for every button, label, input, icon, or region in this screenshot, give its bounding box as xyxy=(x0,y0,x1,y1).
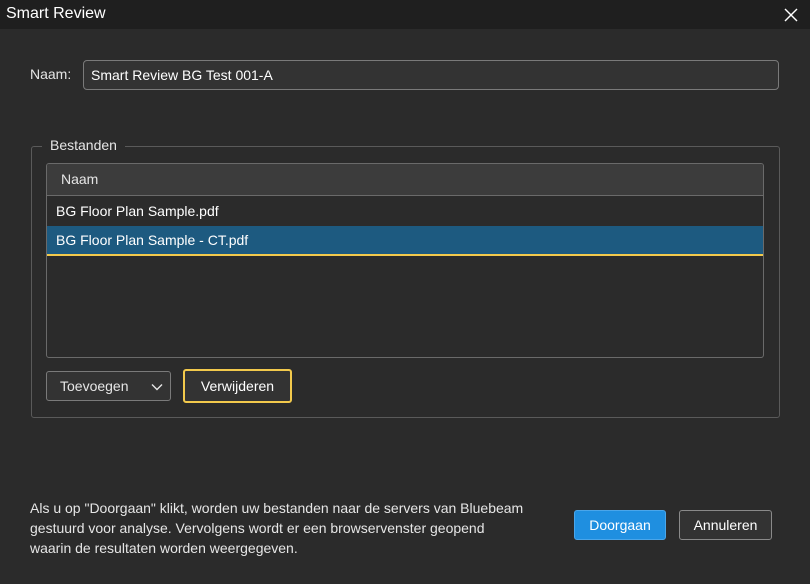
notice-line: gestuurd voor analyse. Vervolgens wordt … xyxy=(30,520,485,536)
add-dropdown-label: Toevoegen xyxy=(60,378,129,394)
title-bar: Smart Review xyxy=(0,0,810,29)
notice-line: waarin de resultaten worden weergegeven. xyxy=(30,540,298,556)
continue-button[interactable]: Doorgaan xyxy=(574,510,666,540)
upload-notice: Als u op "Doorgaan" klikt, worden uw bes… xyxy=(30,498,560,558)
smart-review-dialog: Smart Review Naam: Bestanden Naam BG Flo… xyxy=(0,0,810,584)
chevron-down-icon xyxy=(151,384,163,391)
files-group-legend: Bestanden xyxy=(42,137,125,153)
cancel-button[interactable]: Annuleren xyxy=(679,510,772,540)
notice-line: Als u op "Doorgaan" klikt, worden uw bes… xyxy=(30,500,524,516)
add-dropdown[interactable]: Toevoegen xyxy=(46,371,171,401)
remove-button[interactable]: Verwijderen xyxy=(183,369,292,403)
close-button[interactable] xyxy=(772,0,810,29)
name-label: Naam: xyxy=(30,66,72,82)
column-header-name[interactable]: Naam xyxy=(47,164,763,196)
name-input[interactable] xyxy=(83,60,779,90)
file-list[interactable]: Naam BG Floor Plan Sample.pdf BG Floor P… xyxy=(46,163,764,358)
window-title: Smart Review xyxy=(6,5,106,22)
file-list-item[interactable]: BG Floor Plan Sample.pdf xyxy=(47,196,763,226)
file-list-item-selected[interactable]: BG Floor Plan Sample - CT.pdf xyxy=(47,226,763,256)
close-icon xyxy=(784,8,798,21)
